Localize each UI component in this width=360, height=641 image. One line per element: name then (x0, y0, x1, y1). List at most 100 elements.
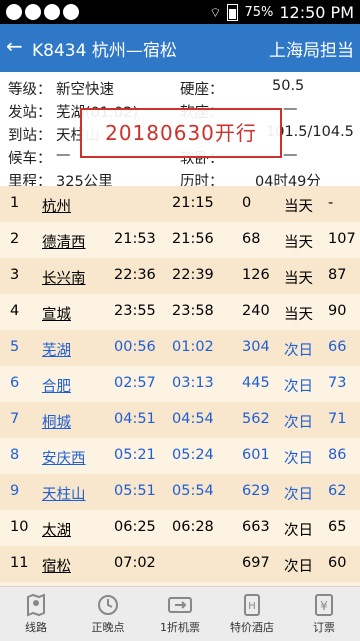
price: 73 (328, 375, 347, 391)
arrive-label: 到站： (8, 128, 52, 144)
departure-time: 21:15 (172, 195, 214, 211)
price: 86 (328, 447, 347, 463)
distance-km: 240 (242, 303, 270, 319)
nav-flights[interactable]: 1折机票 (144, 587, 216, 641)
table-row[interactable]: 5 芜湖 00:56 01:02 304 次日 66 (0, 330, 360, 366)
stop-number: 1 (10, 195, 20, 211)
table-row[interactable]: 1 杭州 21:15 0 当天 - (0, 186, 360, 222)
app-notification-icon (63, 4, 79, 20)
distance-km: 629 (242, 483, 270, 499)
nav-route[interactable]: 线路 (0, 587, 72, 641)
day-label: 当天 (284, 307, 313, 323)
arrival-time: 06:25 (114, 519, 156, 535)
nav-booking[interactable]: ¥ 订票 (288, 587, 360, 641)
station-name[interactable]: 杭州 (42, 195, 71, 216)
price: 62 (328, 483, 347, 499)
station-name[interactable]: 安庆西 (42, 447, 86, 468)
station-name[interactable]: 长兴南 (42, 267, 86, 288)
station-name[interactable]: 德清西 (42, 231, 86, 252)
nav-hotel[interactable]: H 特价酒店 (216, 587, 288, 641)
station-name[interactable]: 芜湖 (42, 339, 71, 360)
table-row[interactable]: 4 宣城 23:55 23:58 240 当天 90 (0, 294, 360, 330)
table-row[interactable]: 3 长兴南 22:36 22:39 126 当天 87 (0, 258, 360, 294)
hotel-icon: H (244, 594, 260, 616)
day-label: 当天 (284, 271, 313, 287)
departure-time: 22:39 (172, 267, 214, 283)
distance-km: 445 (242, 375, 270, 391)
price: 60 (328, 555, 347, 571)
station-name[interactable]: 天柱山 (42, 483, 86, 504)
price: 71 (328, 411, 347, 427)
clock-icon (98, 595, 118, 615)
price: 65 (328, 519, 347, 535)
nav-label: 1折机票 (160, 621, 200, 634)
departure-time: 01:02 (172, 339, 214, 355)
soft-sleeper-price: — (283, 147, 298, 163)
station-name[interactable]: 宿松 (42, 555, 71, 576)
distance-km: 68 (242, 231, 261, 247)
grade-value: 新空快速 (56, 82, 114, 98)
nav-label: 正晚点 (91, 621, 125, 634)
table-row[interactable]: 2 德清西 21:53 21:56 68 当天 107 (0, 222, 360, 258)
price: 87 (328, 267, 347, 283)
table-row[interactable]: 6 合肥 02:57 03:13 445 次日 73 (0, 366, 360, 402)
day-label: 次日 (284, 343, 313, 359)
table-row[interactable]: 10 太湖 06:25 06:28 663 次日 65 (0, 510, 360, 546)
day-label: 次日 (284, 415, 313, 431)
departure-time: 05:24 (172, 447, 214, 463)
arrival-time: 22:36 (114, 267, 156, 283)
wait-label: 候车： (8, 151, 52, 167)
clock: 12:50 PM (279, 3, 354, 22)
distance-km: 0 (242, 195, 252, 211)
day-label: 次日 (284, 559, 313, 575)
distance-km: 304 (242, 339, 270, 355)
day-label: 次日 (284, 523, 313, 539)
arrival-time: 00:56 (114, 339, 156, 355)
day-label: 当天 (284, 235, 313, 251)
stop-number: 5 (10, 339, 20, 355)
distance-km: 663 (242, 519, 270, 535)
stop-number: 7 (10, 411, 20, 427)
bureau-label: 上海局担当 (269, 41, 354, 61)
table-row[interactable]: 9 天柱山 05:51 05:54 629 次日 62 (0, 474, 360, 510)
distance-km: 126 (242, 267, 270, 283)
nav-delay[interactable]: 正晚点 (72, 587, 144, 641)
nav-label: 订票 (313, 621, 335, 634)
departure-time: 23:58 (172, 303, 214, 319)
price: 90 (328, 303, 347, 319)
station-name[interactable]: 宣城 (42, 303, 71, 324)
station-name[interactable]: 太湖 (42, 519, 71, 540)
day-label: 次日 (284, 451, 313, 467)
arrow-left-icon[interactable]: ← (6, 34, 23, 58)
nav-label: 线路 (25, 621, 47, 634)
distance-km: 562 (242, 411, 270, 427)
stop-number: 10 (10, 519, 29, 535)
departure-time: 21:56 (172, 231, 214, 247)
table-row[interactable]: 11 宿松 07:02 697 次日 60 (0, 546, 360, 582)
price: 66 (328, 339, 347, 355)
station-name[interactable]: 桐城 (42, 411, 71, 432)
bottom-nav: 线路 正晚点 1折机票 H 特价酒店 ¥ 订票 (0, 586, 360, 641)
hard-seat-price: 50.5 (272, 78, 305, 94)
ticket-yen-icon: ¥ (315, 594, 333, 616)
arrival-time: 05:51 (114, 483, 156, 499)
status-bar: ⌔ 75% 12:50 PM (0, 0, 360, 24)
app-notification-icon (44, 4, 60, 20)
table-row[interactable]: 8 安庆西 05:21 05:24 601 次日 86 (0, 438, 360, 474)
table-row[interactable]: 7 桐城 04:51 04:54 562 次日 71 (0, 402, 360, 438)
arrival-time: 05:21 (114, 447, 156, 463)
stop-number: 4 (10, 303, 20, 319)
departure-time: 06:28 (172, 519, 214, 535)
battery-percent: 75% (244, 5, 274, 20)
battery-icon (227, 4, 239, 21)
svg-text:H: H (248, 601, 256, 612)
arrival-time: 23:55 (114, 303, 156, 319)
day-label: 次日 (284, 379, 313, 395)
wait-value: — (56, 147, 71, 163)
notification-icons (6, 4, 79, 20)
stop-number: 6 (10, 375, 20, 391)
soft-seat-price: — (283, 101, 298, 117)
grade-label: 等级： (8, 82, 52, 98)
nav-label: 特价酒店 (230, 621, 274, 634)
station-name[interactable]: 合肥 (42, 375, 71, 396)
